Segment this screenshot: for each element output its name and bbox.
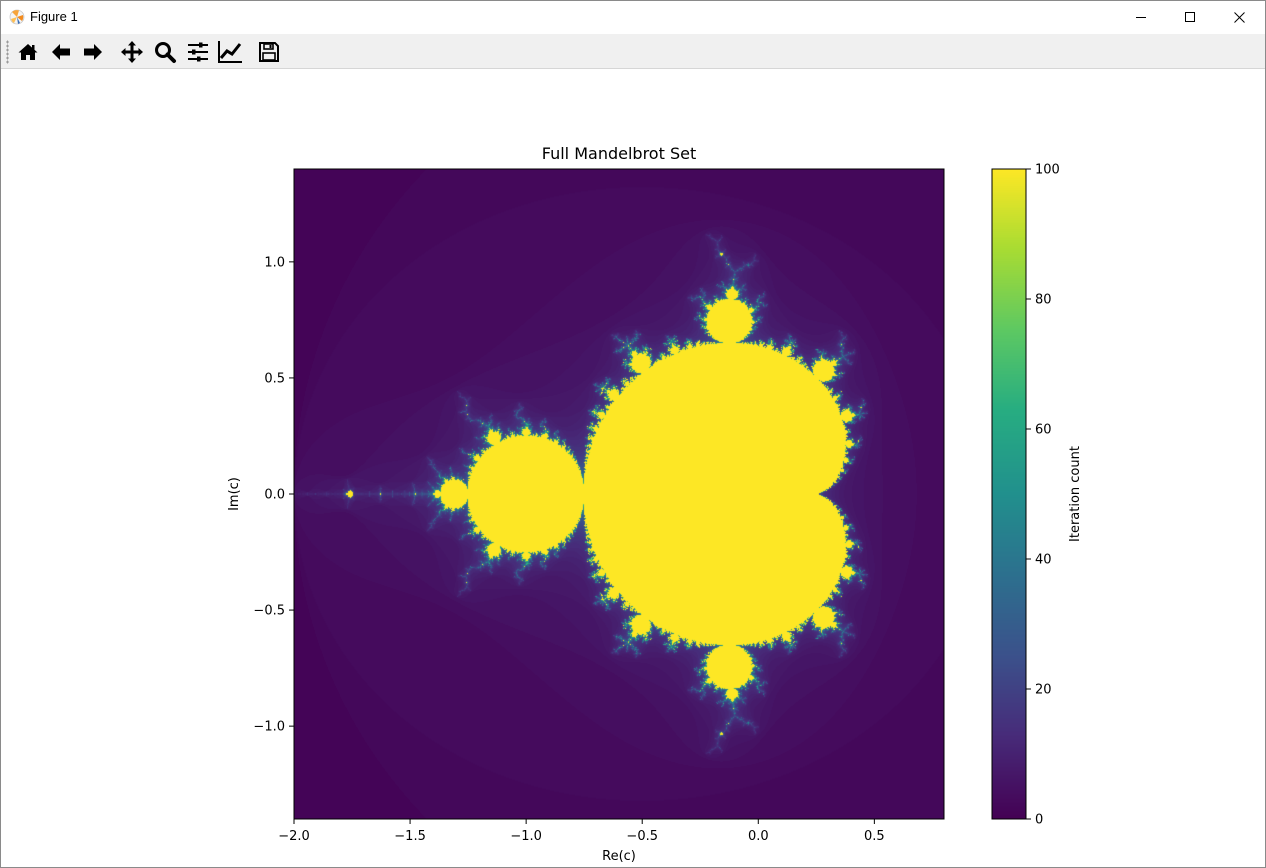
navigation-toolbar [1, 34, 1265, 69]
title-bar[interactable]: Figure 1 [1, 1, 1265, 34]
chart-title: Full Mandelbrot Set [541, 144, 697, 163]
back-icon [52, 44, 70, 60]
colorbar [992, 169, 1026, 819]
home-button[interactable] [14, 38, 42, 66]
save-icon [259, 42, 279, 62]
save-button[interactable] [255, 38, 283, 66]
maximize-icon [1185, 12, 1195, 22]
window-title: Figure 1 [30, 9, 78, 24]
pan-button[interactable] [118, 38, 146, 66]
toolbar-grip[interactable] [6, 40, 9, 64]
zoom-icon [155, 42, 176, 63]
close-button[interactable] [1215, 1, 1263, 33]
customize-button[interactable] [216, 38, 244, 66]
forward-button[interactable] [79, 38, 107, 66]
customize-icon [218, 41, 242, 63]
subplots-icon [188, 42, 208, 62]
minimize-icon [1136, 17, 1146, 18]
minimize-button[interactable] [1117, 1, 1165, 33]
subplots-button[interactable] [184, 38, 212, 66]
zoom-button[interactable] [151, 38, 179, 66]
close-icon [1233, 11, 1245, 23]
matplotlib-logo-icon [9, 9, 25, 25]
maximize-button[interactable] [1166, 1, 1214, 33]
pan-icon [121, 41, 143, 63]
mandelbrot-heatmap[interactable] [294, 169, 944, 819]
back-button[interactable] [47, 38, 75, 66]
forward-icon [84, 44, 102, 60]
home-icon [18, 44, 38, 60]
